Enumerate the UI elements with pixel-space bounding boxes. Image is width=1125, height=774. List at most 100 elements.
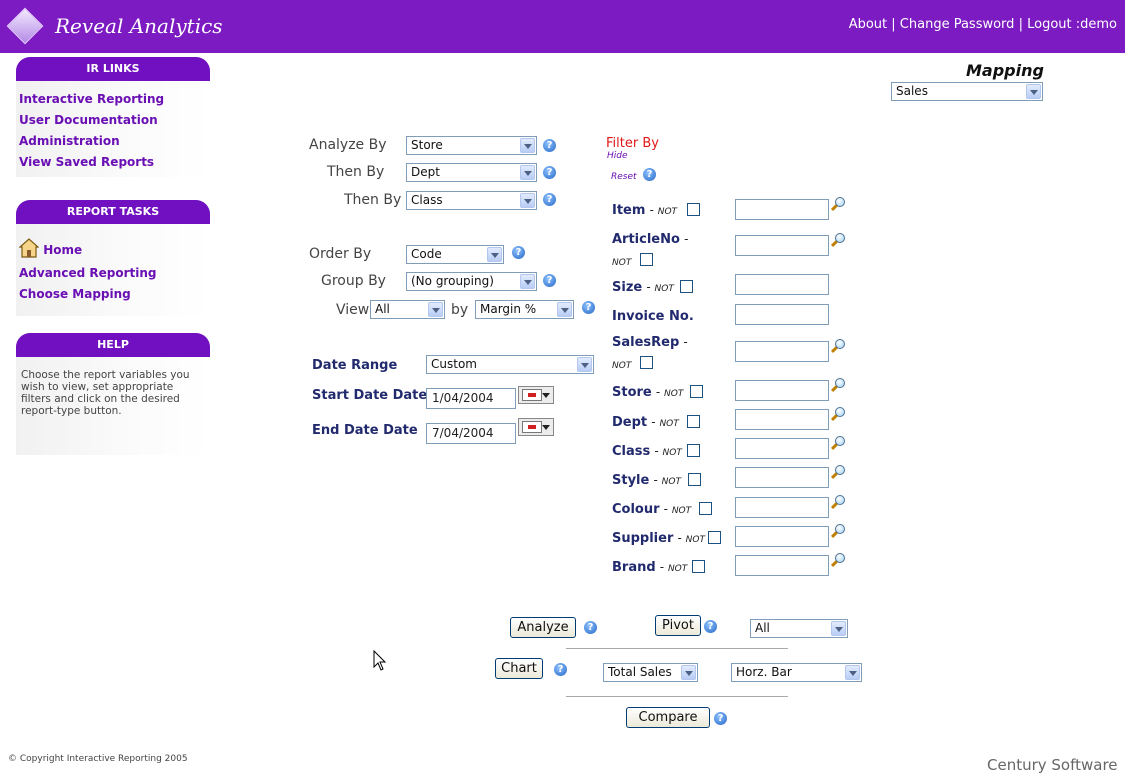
magnifier-icon[interactable]: [830, 553, 847, 569]
view-saved-reports-link[interactable]: View Saved Reports: [16, 152, 210, 173]
reset-filters-link[interactable]: Reset: [611, 172, 637, 182]
store-not-checkbox[interactable]: [690, 385, 703, 398]
store-filter-input[interactable]: [735, 380, 829, 401]
not-label-wrap: NOT: [612, 357, 631, 372]
help-icon[interactable]: ?: [582, 301, 595, 314]
class-filter-input[interactable]: [735, 438, 829, 459]
date-range-select[interactable]: Custom: [426, 355, 594, 374]
articleno-filter-input[interactable]: [735, 235, 829, 256]
dash: -: [677, 531, 686, 545]
not-label: NOT: [662, 448, 682, 458]
magnifier-icon[interactable]: [830, 378, 847, 394]
magnifier-icon[interactable]: [830, 233, 847, 249]
help-icon[interactable]: ?: [554, 663, 567, 676]
order-by-select[interactable]: Code: [406, 245, 504, 264]
filter-row-dept: Dept - NOT: [612, 415, 679, 430]
compare-button[interactable]: Compare: [626, 707, 710, 728]
help-panel: Choose the report variables you wish to …: [16, 357, 210, 455]
not-label-wrap: NOT: [612, 254, 631, 269]
not-label: NOT: [685, 535, 705, 545]
date-range-value: Custom: [431, 357, 477, 371]
colour-filter-input[interactable]: [735, 497, 829, 518]
class-not-checkbox[interactable]: [687, 444, 700, 457]
dept-not-checkbox[interactable]: [687, 415, 700, 428]
advanced-reporting-link[interactable]: Advanced Reporting: [16, 263, 210, 284]
chevron-down-icon: [577, 357, 592, 372]
chart-measure-select[interactable]: Total Sales: [603, 663, 698, 682]
help-icon[interactable]: ?: [584, 621, 597, 634]
then-by-1-select[interactable]: Dept: [406, 163, 537, 182]
chart-measure-value: Total Sales: [608, 665, 672, 679]
magnifier-icon[interactable]: [830, 495, 847, 511]
magnifier-icon[interactable]: [830, 339, 847, 355]
analyze-by-select[interactable]: Store: [406, 136, 537, 155]
magnifier-icon[interactable]: [830, 436, 847, 452]
ir-links-header: IR LINKS: [16, 57, 210, 81]
calendar-icon[interactable]: [518, 386, 554, 404]
dash: -: [649, 203, 658, 217]
supplier-not-checkbox[interactable]: [708, 531, 721, 544]
user-documentation-link[interactable]: User Documentation: [16, 110, 210, 131]
item-filter-input[interactable]: [735, 199, 829, 220]
administration-link[interactable]: Administration: [16, 131, 210, 152]
chevron-down-icon: [557, 302, 572, 317]
order-by-value: Code: [411, 247, 442, 261]
filter-label: Supplier: [612, 531, 674, 546]
salesrep-filter-input[interactable]: [735, 341, 829, 362]
pivot-button[interactable]: Pivot: [655, 615, 701, 636]
filter-row-size: Size - NOT: [612, 280, 674, 295]
colour-not-checkbox[interactable]: [699, 502, 712, 515]
magnifier-icon[interactable]: [830, 465, 847, 481]
then-by-1-label: Then By: [327, 164, 385, 180]
change-password-link[interactable]: Change Password: [900, 17, 1015, 32]
home-link[interactable]: Home: [16, 238, 210, 263]
calendar-icon[interactable]: [518, 418, 554, 436]
date-range-label: Date Range: [312, 358, 398, 373]
help-icon[interactable]: ?: [543, 139, 556, 152]
view-select[interactable]: All: [370, 300, 445, 319]
by-measure-select[interactable]: Margin %: [475, 300, 574, 319]
invoice-no-filter-input[interactable]: [735, 304, 829, 325]
group-by-value: (No grouping): [411, 274, 494, 288]
style-filter-input[interactable]: [735, 467, 829, 488]
start-date-input[interactable]: 1/04/2004: [426, 388, 516, 409]
help-icon[interactable]: ?: [643, 168, 656, 181]
size-not-checkbox[interactable]: [680, 280, 693, 293]
then-by-2-select[interactable]: Class: [406, 191, 537, 210]
chart-type-select[interactable]: Horz. Bar: [731, 663, 862, 682]
choose-mapping-link[interactable]: Choose Mapping: [16, 284, 210, 305]
help-icon[interactable]: ?: [714, 712, 727, 725]
style-not-checkbox[interactable]: [688, 473, 701, 486]
help-icon[interactable]: ?: [704, 620, 717, 633]
supplier-filter-input[interactable]: [735, 526, 829, 547]
size-filter-input[interactable]: [735, 274, 829, 295]
chevron-down-icon: [831, 621, 846, 636]
brand-filter-input[interactable]: [735, 555, 829, 576]
magnifier-icon[interactable]: [830, 197, 847, 213]
hide-filters-link[interactable]: Hide: [607, 151, 628, 161]
filter-row-articleno: ArticleNo -: [612, 232, 688, 247]
chart-button[interactable]: Chart: [495, 658, 543, 679]
pivot-select[interactable]: All: [750, 619, 848, 638]
analyze-button[interactable]: Analyze: [510, 617, 576, 638]
magnifier-icon[interactable]: [830, 407, 847, 423]
item-not-checkbox[interactable]: [687, 203, 700, 216]
magnifier-icon[interactable]: [830, 524, 847, 540]
group-by-select[interactable]: (No grouping): [406, 272, 537, 291]
report-tasks-panel: Home Advanced Reporting Choose Mapping: [16, 224, 210, 316]
about-link[interactable]: About: [849, 17, 887, 32]
help-icon[interactable]: ?: [512, 246, 525, 259]
help-icon[interactable]: ?: [543, 193, 556, 206]
dept-filter-input[interactable]: [735, 409, 829, 430]
logout-link[interactable]: Logout :demo: [1027, 17, 1117, 32]
pivot-select-value: All: [755, 621, 770, 635]
brand-not-checkbox[interactable]: [692, 560, 705, 573]
articleno-not-checkbox[interactable]: [640, 253, 653, 266]
interactive-reporting-link[interactable]: Interactive Reporting: [16, 89, 210, 110]
salesrep-not-checkbox[interactable]: [640, 356, 653, 369]
help-icon[interactable]: ?: [543, 166, 556, 179]
filter-label: Colour: [612, 502, 660, 517]
end-date-input[interactable]: 7/04/2004: [426, 423, 516, 444]
help-icon[interactable]: ?: [543, 274, 556, 287]
mapping-select[interactable]: Sales: [891, 82, 1043, 101]
